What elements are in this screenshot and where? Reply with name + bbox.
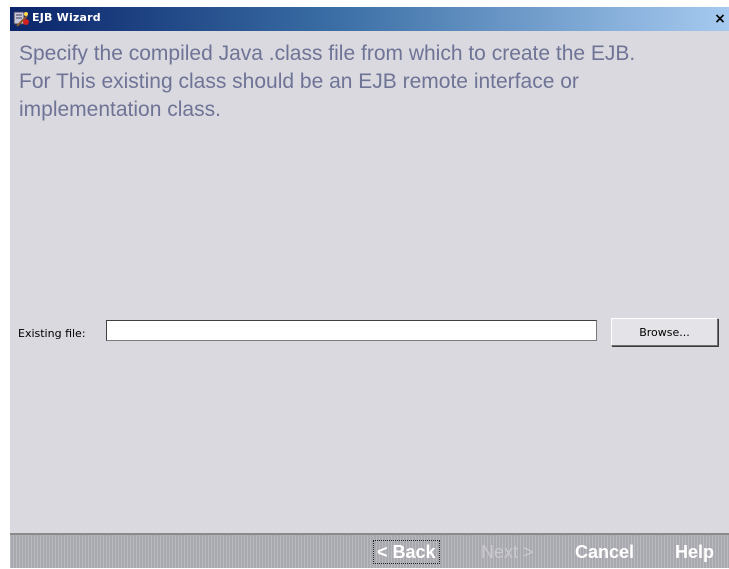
instructions-line-2: For This existing class should be an EJB… xyxy=(19,70,579,93)
ejb-wizard-window: EJB Wizard × Specify the compiled Java .… xyxy=(10,7,729,568)
back-button[interactable]: < Back xyxy=(373,540,440,564)
title-bar[interactable]: EJB Wizard × xyxy=(10,7,729,31)
instructions-text: Specify the compiled Java .class file fr… xyxy=(19,40,727,124)
next-button[interactable]: Next > xyxy=(477,540,538,564)
instructions-line-1: Specify the compiled Java .class file fr… xyxy=(19,42,636,65)
help-button[interactable]: Help xyxy=(671,540,718,564)
instructions-line-3: implementation class. xyxy=(19,98,221,121)
wizard-wand-icon xyxy=(13,10,29,27)
close-button[interactable]: × xyxy=(713,12,727,26)
cancel-button[interactable]: Cancel xyxy=(571,540,638,564)
existing-file-label: Existing file: xyxy=(18,327,86,340)
window-title: EJB Wizard xyxy=(32,11,101,24)
wizard-button-bar: < Back Next > Cancel Help xyxy=(10,533,729,568)
browse-button[interactable]: Browse... xyxy=(611,318,718,346)
existing-file-input[interactable] xyxy=(106,320,597,341)
